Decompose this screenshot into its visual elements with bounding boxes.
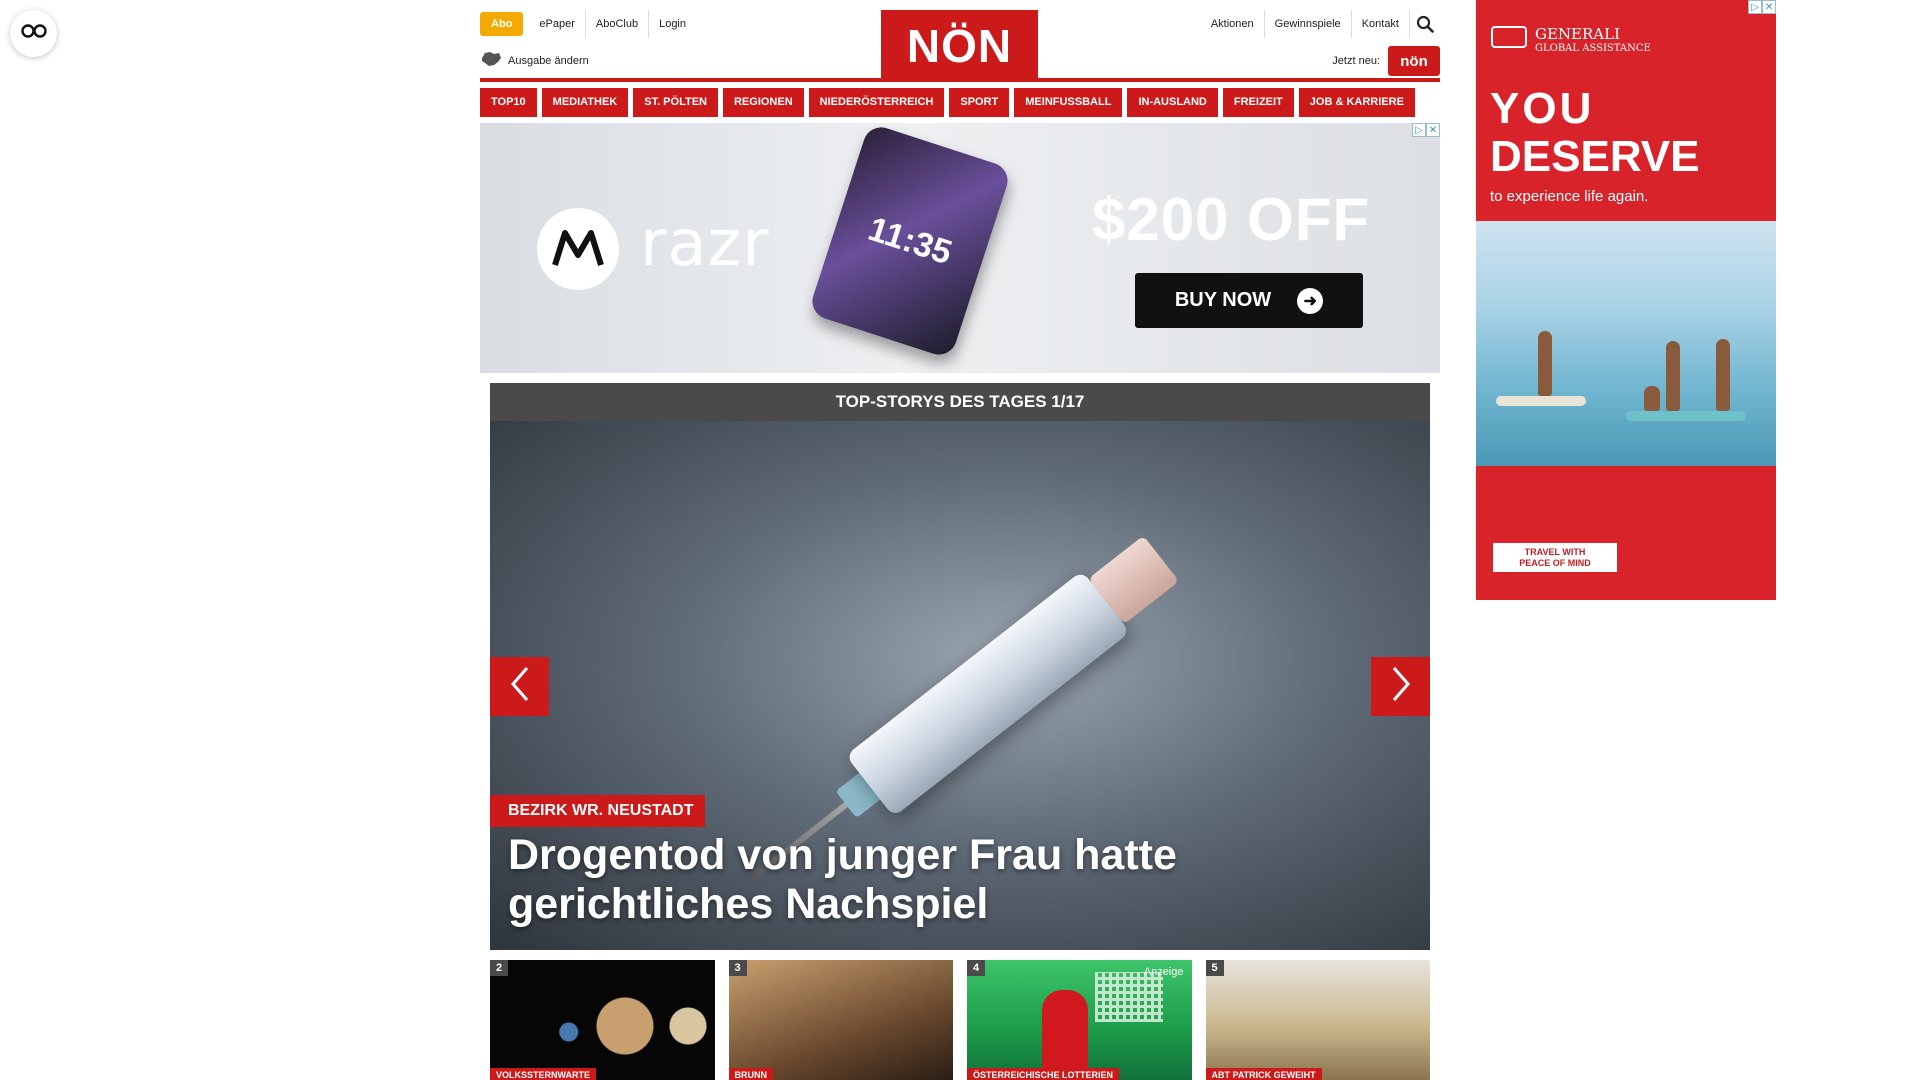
buy-now-button[interactable]: BUY NOW ➜	[1135, 273, 1363, 328]
travel-cta-button[interactable]: TRAVEL WITH PEACE OF MIND	[1493, 543, 1617, 572]
ad-headline-1: YOU	[1490, 84, 1595, 133]
cta-line-2: PEACE OF MIND	[1519, 558, 1591, 568]
nav-item-regionen[interactable]: REGIONEN	[722, 88, 804, 117]
ad-headline-2: DESERVE	[1490, 132, 1700, 181]
map-icon	[480, 50, 502, 71]
thumbnail-number: 2	[490, 960, 509, 976]
close-ad-icon[interactable]: ✕	[1762, 0, 1776, 14]
thumbnail-story-2[interactable]: 2 VOLKSSTERNWARTE	[490, 960, 715, 1080]
aboclub-link[interactable]: AboClub	[584, 10, 648, 38]
carousel-prev-button[interactable]	[490, 657, 549, 716]
nav-item-meinfussball[interactable]: MEINFUSSBALL	[1014, 88, 1123, 117]
site-header: Abo ePaper AboClub Login Ausgabe ändern …	[480, 0, 1440, 82]
top-stories-carousel: TOP-STORYS DES TAGES 1/17 BEZIRK WR. NEU…	[490, 383, 1430, 950]
nav-item-job-karriere[interactable]: JOB & KARRIERE	[1298, 88, 1415, 117]
kontakt-link[interactable]: Kontakt	[1352, 10, 1410, 38]
nav-item-st-poelten[interactable]: ST. PÖLTEN	[633, 88, 718, 117]
adchoices-icon[interactable]: ▷	[1412, 123, 1426, 137]
chevron-left-icon	[509, 666, 531, 707]
thumbnail-story-3[interactable]: 3 BRUNN	[728, 960, 953, 1080]
chevron-right-icon	[1390, 666, 1412, 707]
arrow-right-icon: ➜	[1297, 287, 1324, 314]
ad-promo: $200 OFF	[1092, 186, 1371, 253]
banner-ad[interactable]: ▷ ✕ razr 11:35 $200 OFF BUY NOW ➜	[480, 123, 1440, 373]
story-headline[interactable]: Drogentod von junger Frau hatte gerichtl…	[508, 831, 1368, 929]
glasses-icon	[20, 24, 47, 43]
accessibility-toggle-button[interactable]	[10, 10, 57, 57]
abo-button[interactable]: Abo	[480, 12, 524, 36]
search-icon[interactable]	[1410, 10, 1440, 38]
thumbnail-story-5[interactable]: 5 ABT PATRICK GEWEIHT	[1205, 960, 1430, 1080]
thumbnail-number: 4	[967, 960, 986, 976]
presenter-image	[1042, 990, 1088, 1080]
page: Abo ePaper AboClub Login Ausgabe ändern …	[480, 0, 1440, 1080]
thumbnail-tag: ABT PATRICK GEWEIHT	[1205, 1068, 1322, 1080]
app-badge[interactable]: nön	[1388, 46, 1440, 76]
epaper-link[interactable]: ePaper	[529, 10, 584, 38]
nav-item-sport[interactable]: SPORT	[949, 88, 1010, 117]
edition-label: Ausgabe ändern	[508, 54, 589, 67]
thumbnail-tag: ÖSTERREICHISCHE LOTTERIEN	[967, 1068, 1120, 1080]
brand-line-1: GENERALI	[1535, 25, 1621, 43]
carousel-heading: TOP-STORYS DES TAGES 1/17	[490, 383, 1430, 421]
story-thumbnails: 2 VOLKSSTERNWARTE 3 BRUNN 4 Anzeige ÖSTE…	[490, 960, 1430, 1080]
nav-item-in-ausland[interactable]: IN-AUSLAND	[1127, 88, 1218, 117]
generali-logo: GENERALI GLOBAL ASSISTANCE	[1491, 26, 1651, 56]
sidebar-ad[interactable]: ▷ ✕ GENERALI GLOBAL ASSISTANCE YOU DESER…	[1476, 0, 1776, 600]
buy-now-label: BUY NOW	[1174, 289, 1272, 311]
story-image[interactable]: BEZIRK WR. NEUSTADT Drogentod von junger…	[490, 421, 1430, 950]
nav-item-niederoesterreich[interactable]: NIEDERÖSTERREICH	[808, 88, 945, 117]
paddleboard-image	[1476, 221, 1776, 466]
story-kicker[interactable]: BEZIRK WR. NEUSTADT	[490, 795, 706, 827]
syringe-illustration	[749, 528, 1186, 881]
aktionen-link[interactable]: Aktionen	[1201, 10, 1265, 38]
gewinnspiele-link[interactable]: Gewinnspiele	[1265, 10, 1352, 38]
ad-choices[interactable]: ▷ ✕	[1412, 123, 1440, 137]
thumbnail-tag: BRUNN	[728, 1068, 773, 1080]
top-nav-right: Aktionen Gewinnspiele Kontakt	[1201, 10, 1440, 38]
ad-brand: razr	[640, 207, 770, 281]
jetzt-label: Jetzt neu:	[1332, 55, 1380, 67]
lion-icon	[1491, 26, 1527, 48]
phone-image: 11:35	[807, 123, 1013, 360]
cta-line-1: TRAVEL WITH	[1524, 547, 1586, 557]
brand-line-2: GLOBAL ASSISTANCE	[1535, 43, 1651, 54]
thumbnail-number: 5	[1205, 960, 1224, 976]
nav-item-mediathek[interactable]: MEDIATHEK	[541, 88, 629, 117]
edition-selector[interactable]: Ausgabe ändern	[480, 50, 589, 71]
close-ad-icon[interactable]: ✕	[1426, 123, 1440, 137]
sponsored-label: Anzeige	[1143, 966, 1184, 978]
thumbnail-tag: VOLKSSTERNWARTE	[490, 1068, 597, 1080]
ad-subline: to experience life again.	[1490, 188, 1649, 205]
lottery-board-image	[1095, 972, 1163, 1022]
site-logo[interactable]: NÖN	[881, 10, 1038, 82]
login-link[interactable]: Login	[648, 10, 696, 38]
thumbnail-number: 3	[728, 960, 747, 976]
nav-item-top10[interactable]: TOP10	[480, 88, 537, 117]
motorola-logo-icon	[537, 208, 619, 290]
adchoices-icon[interactable]: ▷	[1748, 0, 1762, 14]
nav-item-freizeit[interactable]: FREIZEIT	[1222, 88, 1294, 117]
section-nav: TOP10 MEDIATHEK ST. PÖLTEN REGIONEN NIED…	[480, 88, 1440, 117]
ad-choices[interactable]: ▷ ✕	[1748, 0, 1776, 14]
jetzt-neu: Jetzt neu: nön	[1332, 46, 1440, 76]
thumbnail-story-4[interactable]: 4 Anzeige ÖSTERREICHISCHE LOTTERIEN	[967, 960, 1192, 1080]
carousel-next-button[interactable]	[1371, 657, 1430, 716]
phone-time: 11:35	[863, 209, 957, 272]
top-nav-left: Abo ePaper AboClub Login	[480, 10, 696, 38]
